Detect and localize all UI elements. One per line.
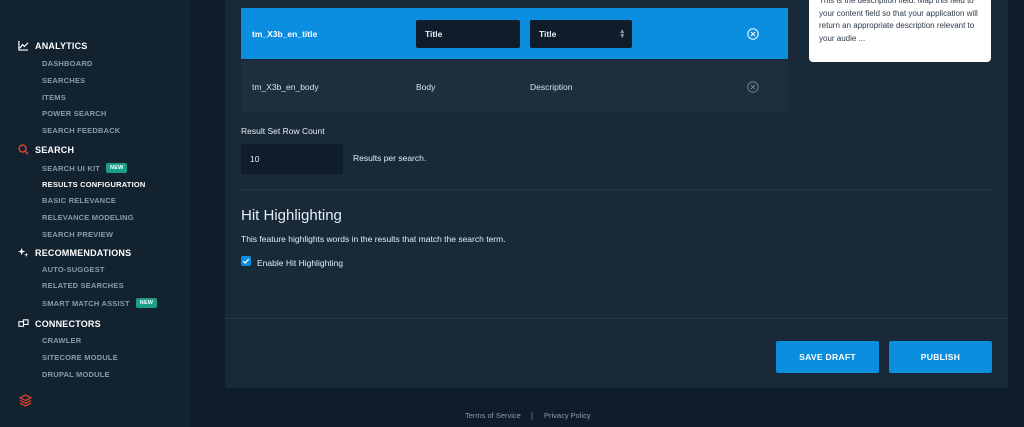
select-caret-icon: ▴ ▾ (620, 28, 624, 40)
save-draft-button[interactable]: SAVE DRAFT (776, 341, 879, 373)
sidebar-item-label: SEARCH UI KIT (42, 163, 101, 173)
sidebar-item-search-ui-kit[interactable]: SEARCH UI KIT NEW (42, 163, 128, 173)
sidebar-item-results-configuration[interactable]: RESULTS CONFIGURATION (42, 180, 146, 189)
display-name-value[interactable]: Body (416, 82, 435, 92)
sidebar-item-searches[interactable]: SEARCHES (42, 76, 85, 85)
field-name: tm_X3b_en_body (252, 82, 319, 92)
layers-icon[interactable] (19, 394, 32, 407)
chart-icon (18, 40, 29, 51)
field-mapping-row[interactable]: tm_X3b_en_title Title Title ▴ ▾ (241, 8, 788, 59)
sidebar-item-dashboard[interactable]: DASHBOARD (42, 59, 93, 68)
sidebar-item-label: SMART MATCH ASSIST (42, 298, 130, 308)
sidebar-item-search-preview[interactable]: SEARCH PREVIEW (42, 230, 113, 239)
sidebar-item-auto-suggest[interactable]: AUTO-SUGGEST (42, 265, 105, 274)
field-description-tooltip: This is the description field. Map this … (809, 0, 991, 62)
hit-highlighting-checkbox[interactable] (241, 256, 251, 266)
field-mapping-row[interactable]: tm_X3b_en_body Body Description (241, 61, 788, 112)
section-title: Hit Highlighting (241, 207, 342, 224)
sidebar-section-label: SEARCH (35, 144, 75, 155)
sidebar-section-label: ANALYTICS (35, 40, 88, 51)
privacy-link[interactable]: Privacy Policy (544, 411, 591, 420)
footer-divider (225, 318, 1008, 319)
result-count-input[interactable]: 10 (241, 144, 343, 174)
field-name: tm_X3b_en_title (252, 29, 318, 39)
sidebar-section-search[interactable]: SEARCH (18, 144, 74, 155)
search-icon (18, 144, 29, 155)
sidebar-item-items[interactable]: ITEMS (42, 93, 66, 102)
description-text: This is the description field. Map this … (819, 0, 978, 43)
sidebar-item-relevance-modeling[interactable]: RELEVANCE MODELING (42, 213, 134, 222)
new-badge: NEW (106, 163, 128, 173)
sidebar: ANALYTICS DASHBOARD SEARCHES ITEMS POWER… (0, 0, 190, 427)
new-badge: NEW (135, 298, 158, 308)
sidebar-item-crawler[interactable]: CRAWLER (42, 336, 81, 345)
sidebar-item-power-search[interactable]: POWER SEARCH (42, 109, 107, 118)
sidebar-section-recommendations[interactable]: RECOMMENDATIONS (18, 247, 131, 258)
sidebar-section-connectors[interactable]: CONNECTORS (18, 318, 101, 329)
sidebar-section-analytics[interactable]: ANALYTICS (18, 40, 87, 51)
result-count-suffix: Results per search. (353, 153, 427, 163)
sidebar-item-drupal-module[interactable]: DRUPAL MODULE (42, 370, 110, 379)
sidebar-item-sitecore-module[interactable]: SITECORE MODULE (42, 353, 118, 362)
sidebar-section-label: RECOMMENDATIONS (35, 247, 132, 258)
sidebar-item-related-searches[interactable]: RELATED SEARCHES (42, 281, 124, 290)
display-name-input[interactable]: Title (416, 20, 520, 48)
sidebar-section-label: CONNECTORS (35, 318, 101, 329)
check-icon (242, 258, 250, 264)
publish-button[interactable]: PUBLISH (889, 341, 992, 373)
sidebar-item-search-feedback[interactable]: SEARCH FEEDBACK (42, 126, 120, 135)
plug-icon (18, 319, 29, 327)
terms-link[interactable]: Terms of Service (465, 411, 521, 420)
hit-highlighting-label[interactable]: Enable Hit Highlighting (257, 258, 343, 268)
field-type-value: Title (539, 29, 557, 39)
remove-row-icon[interactable] (747, 81, 759, 93)
result-count-label: Result Set Row Count (241, 126, 325, 136)
section-divider (241, 189, 991, 190)
remove-row-icon[interactable] (747, 28, 759, 40)
field-type-value[interactable]: Description (530, 82, 573, 92)
footer-separator: | (531, 411, 533, 420)
field-type-select[interactable]: Title ▴ ▾ (530, 20, 632, 48)
section-description: This feature highlights words in the res… (241, 234, 506, 244)
sidebar-item-basic-relevance[interactable]: BASIC RELEVANCE (42, 196, 116, 205)
sparkle-icon (18, 247, 29, 258)
sidebar-item-smart-match-assist[interactable]: SMART MATCH ASSIST NEW (42, 298, 158, 308)
